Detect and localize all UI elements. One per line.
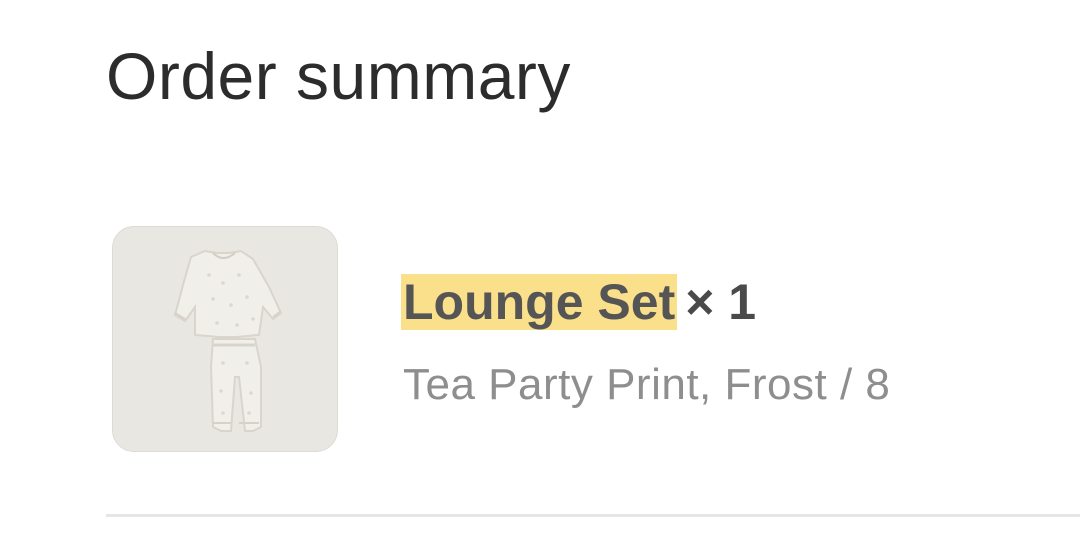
product-name: Lounge Set [401, 274, 678, 330]
order-line-item: Lounge Set × 1 Tea Party Print, Frost / 8 [112, 226, 1080, 452]
section-divider [106, 514, 1080, 517]
product-variant: Tea Party Print, Frost / 8 [403, 360, 891, 409]
product-title: Lounge Set × 1 [401, 266, 756, 338]
product-quantity: × 1 [685, 274, 757, 330]
pajama-set-thumbnail-icon [173, 249, 283, 432]
order-summary-title: Order summary [106, 39, 571, 113]
product-thumbnail [112, 226, 338, 452]
order-summary-panel: Order summary Lounge Set × 1 Tea Party P… [0, 0, 1080, 542]
